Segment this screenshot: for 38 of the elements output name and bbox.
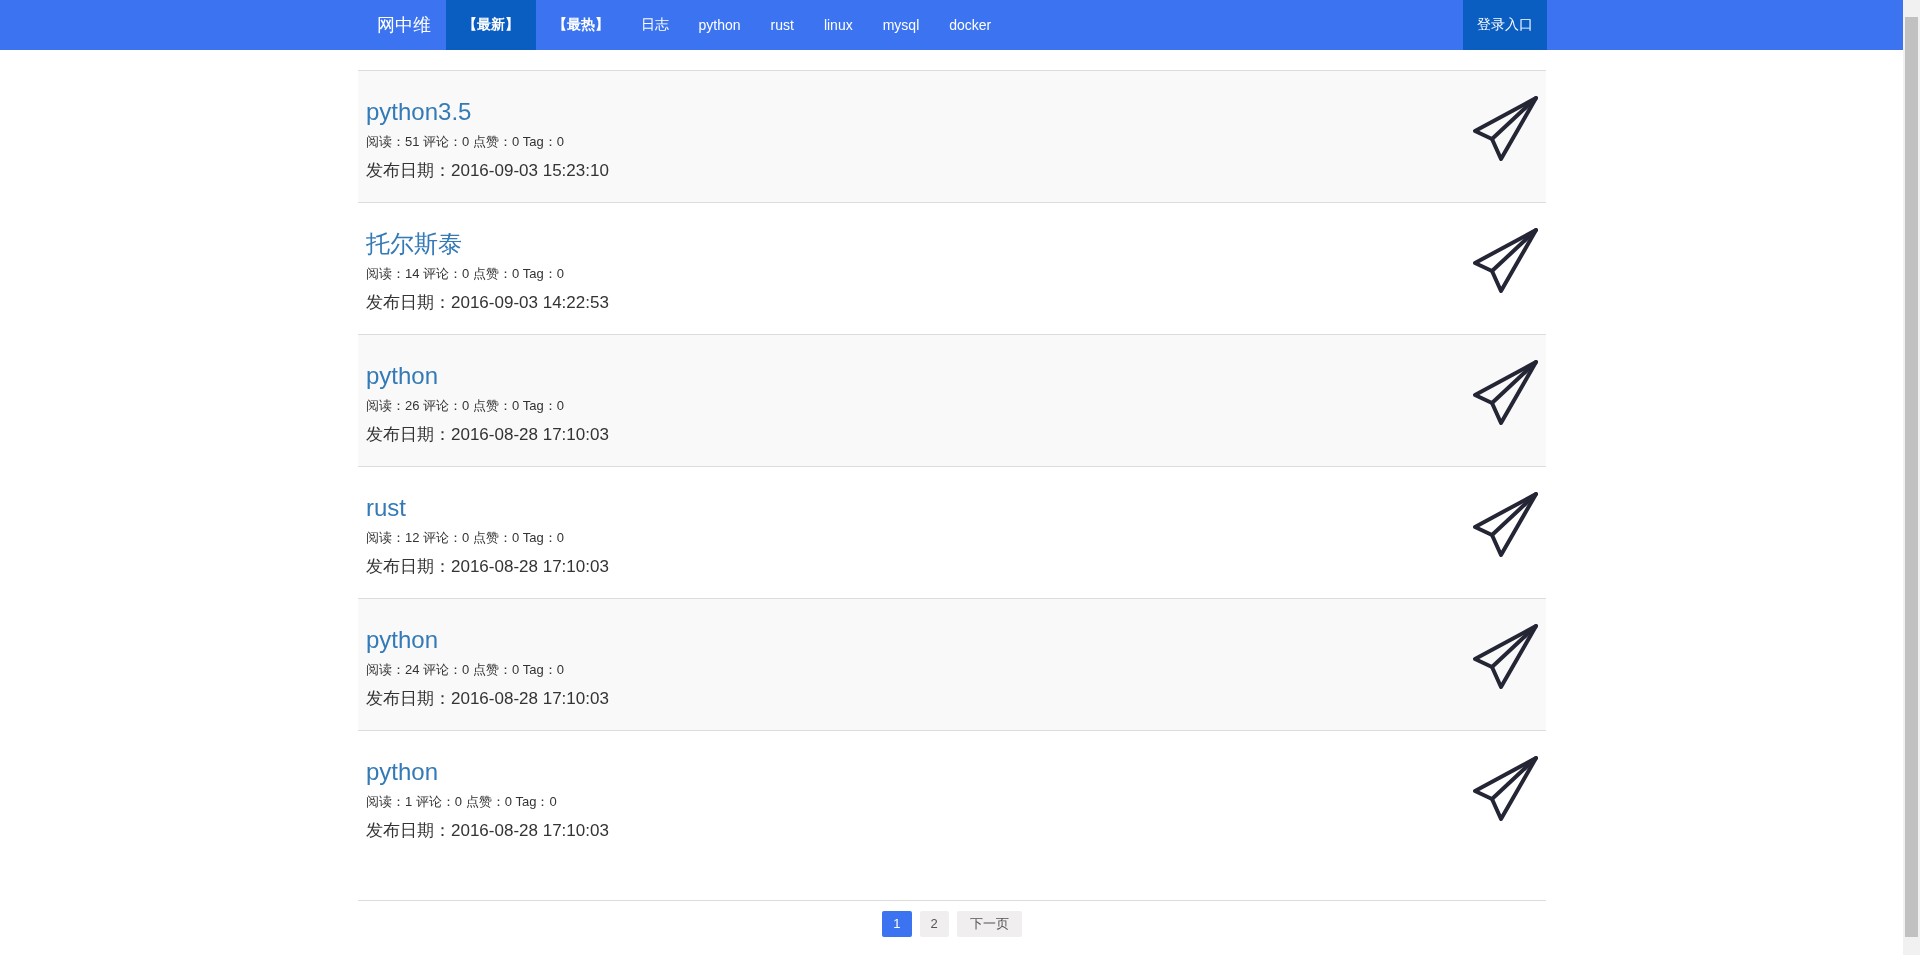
post-stats: 阅读：26 评论：0 点赞：0 Tag：0 <box>366 397 565 415</box>
post-title[interactable]: 托尔斯泰 <box>366 229 609 259</box>
nav-link[interactable]: mysql <box>867 0 935 50</box>
post-title[interactable]: python <box>366 625 609 655</box>
nav-link[interactable]: 日志 <box>625 0 684 50</box>
post-date: 发布日期：2016-08-28 17:10:03 <box>366 820 609 842</box>
post-date: 发布日期：2016-08-28 17:10:03 <box>366 424 609 446</box>
post-date: 发布日期：2016-08-28 17:10:03 <box>366 556 609 578</box>
post-title[interactable]: python <box>366 361 609 391</box>
post-title[interactable]: rust <box>366 493 609 523</box>
post-date: 发布日期：2016-08-28 17:10:03 <box>366 688 609 710</box>
scrollbar[interactable] <box>1903 0 1920 955</box>
post-date: 发布日期：2016-09-03 14:22:53 <box>366 292 609 314</box>
page-button[interactable]: 2 <box>919 911 949 937</box>
nav-link[interactable]: docker <box>934 0 1007 50</box>
site-brand[interactable]: 网中维 <box>356 0 446 50</box>
nav-link[interactable]: linux <box>808 0 868 50</box>
paper-plane-icon <box>1472 491 1538 557</box>
nav-link[interactable]: rust <box>755 0 809 50</box>
paper-plane-icon <box>1472 623 1538 689</box>
login-link[interactable]: 登录入口 <box>1462 0 1547 50</box>
post-stats: 阅读：12 评论：0 点赞：0 Tag：0 <box>366 529 565 547</box>
nav-link[interactable]: 【最热】 <box>535 0 626 50</box>
paper-plane-icon <box>1472 359 1538 425</box>
post-stats: 阅读：24 评论：0 点赞：0 Tag：0 <box>366 661 565 679</box>
post-stats: 阅读：51 评论：0 点赞：0 Tag：0 <box>366 133 565 151</box>
page-button[interactable]: 1 <box>882 911 912 937</box>
nav-link[interactable]: 【最新】 <box>445 0 536 50</box>
next-page-button[interactable]: 下一页 <box>956 911 1022 937</box>
paper-plane-icon <box>1472 227 1538 293</box>
paper-plane-icon <box>1472 95 1538 161</box>
post-title[interactable]: python <box>366 757 609 787</box>
paper-plane-icon <box>1472 755 1538 821</box>
post-stats: 阅读：1 评论：0 点赞：0 Tag：0 <box>366 793 558 811</box>
nav-link[interactable]: python <box>683 0 756 50</box>
post-title[interactable]: python3.5 <box>366 97 609 127</box>
post-stats: 阅读：14 评论：0 点赞：0 Tag：0 <box>366 265 565 283</box>
post-date: 发布日期：2016-09-03 15:23:10 <box>366 160 609 182</box>
